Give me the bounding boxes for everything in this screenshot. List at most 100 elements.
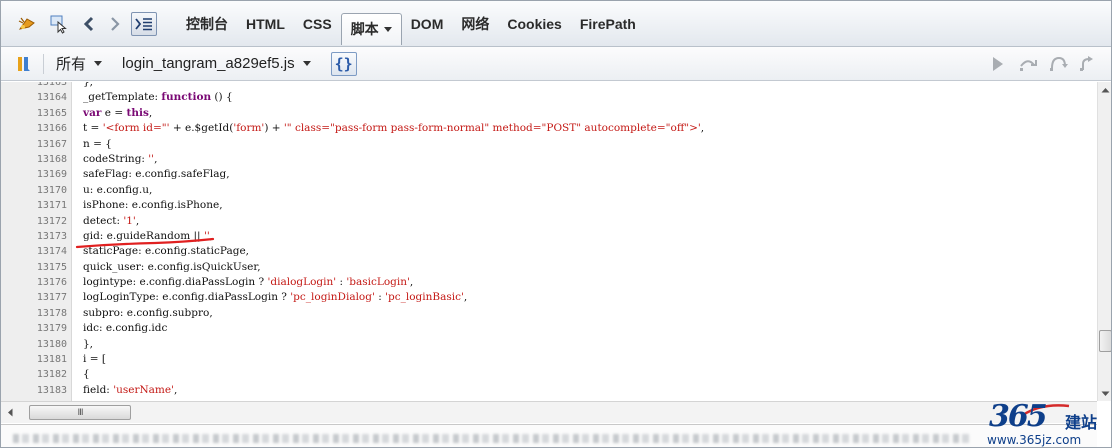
code-line[interactable]: 13168 codeString: '', (1, 152, 1097, 167)
code-lines: 13163}, 13164 _getTemplate: function () {1… (1, 82, 1097, 398)
code-text: u: e.config.u, (83, 183, 153, 196)
tab-firepath[interactable]: FirePath (571, 9, 645, 39)
line-number[interactable]: 13170 (1, 183, 67, 198)
script-filter-select[interactable]: 所有 (56, 53, 86, 74)
code-text: codeString: '', (83, 152, 158, 165)
forward-arrow-icon[interactable] (105, 12, 125, 36)
step-into-icon[interactable] (1047, 53, 1069, 75)
code-line[interactable]: 13166 t = '<form id="' + e.$getId('form')… (1, 121, 1097, 136)
tab-script[interactable]: 脚本 (340, 12, 402, 45)
scroll-left-icon[interactable] (3, 405, 17, 419)
debug-controls (987, 53, 1099, 75)
code-line[interactable]: 13170 u: e.config.u, (1, 183, 1097, 198)
pretty-print-button[interactable]: {} (330, 51, 357, 76)
line-number[interactable]: 13177 (1, 290, 67, 305)
tab-console[interactable]: 控制台 (177, 9, 237, 39)
line-number[interactable]: 13178 (1, 306, 67, 321)
blurred-status-text (13, 434, 973, 443)
code-line[interactable]: 13181 i = [ (1, 352, 1097, 367)
line-number[interactable]: 13167 (1, 137, 67, 152)
code-line[interactable]: 13169 safeFlag: e.config.safeFlag, (1, 167, 1097, 182)
filter-dropdown-icon[interactable] (94, 61, 103, 66)
line-number[interactable]: 13181 (1, 352, 67, 367)
code-text: field: 'userName', (83, 383, 178, 396)
code-text: quick_user: e.config.isQuickUser, (83, 260, 261, 273)
code-line[interactable]: 13179 idc: e.config.idc (1, 321, 1097, 336)
code-text: isPhone: e.config.isPhone, (83, 199, 223, 212)
code-line[interactable]: 13164 _getTemplate: function () { (1, 90, 1097, 105)
script-toolbar: 所有 login_tangram_a829ef5.js {} (1, 47, 1111, 81)
horizontal-scrollbar[interactable]: III (1, 401, 1097, 423)
status-strip (1, 424, 1097, 447)
code-text: staticPage: e.config.staticPage, (83, 245, 250, 258)
code-text: t = '<form id="' + e.$getId('form') + '"… (83, 122, 705, 135)
code-line[interactable]: 13177 logLoginType: e.config.diaPassLogin… (1, 290, 1097, 305)
step-over-icon[interactable] (1017, 53, 1039, 75)
firebug-icon[interactable] (15, 12, 39, 36)
line-number[interactable]: 13165 (1, 106, 67, 121)
line-number[interactable]: 13166 (1, 121, 67, 136)
code-text: subpro: e.config.subpro, (83, 306, 213, 319)
chevron-down-icon (383, 27, 392, 33)
code-text: gid: e.guideRandom || '', (83, 229, 214, 242)
line-number[interactable]: 13163 (1, 82, 67, 90)
line-number[interactable]: 13174 (1, 244, 67, 259)
line-number[interactable]: 13176 (1, 275, 67, 290)
line-number[interactable]: 13183 (1, 383, 67, 398)
line-number[interactable]: 13179 (1, 321, 67, 336)
scroll-grip: III (77, 407, 84, 418)
code-line[interactable]: 13174 staticPage: e.config.staticPage, (1, 244, 1097, 259)
tab-cookies[interactable]: Cookies (498, 9, 570, 39)
line-number[interactable]: 13169 (1, 167, 67, 182)
code-line[interactable]: 13182 { (1, 367, 1097, 382)
line-number[interactable]: 13182 (1, 367, 67, 382)
tab-html[interactable]: HTML (237, 9, 294, 39)
horizontal-scroll-thumb[interactable]: III (29, 405, 131, 420)
line-number[interactable]: 13171 (1, 198, 67, 213)
code-line[interactable]: 13176 logintype: e.config.diaPassLogin ? … (1, 275, 1097, 290)
code-text: logintype: e.config.diaPassLogin ? 'dial… (83, 276, 414, 289)
code-line[interactable]: 13178 subpro: e.config.subpro, (1, 306, 1097, 321)
code-line[interactable]: 13171 isPhone: e.config.isPhone, (1, 198, 1097, 213)
code-text: detect: '1', (83, 214, 140, 227)
vertical-scrollbar[interactable] (1097, 82, 1111, 401)
line-number[interactable]: 13164 (1, 90, 67, 105)
code-line[interactable]: 13173 gid: e.guideRandom || '', (1, 229, 1097, 244)
script-file-select[interactable]: login_tangram_a829ef5.js (122, 55, 295, 72)
code-text: }, (83, 337, 94, 350)
file-dropdown-icon[interactable] (302, 61, 311, 66)
vertical-scroll-thumb[interactable] (1099, 330, 1111, 352)
code-line[interactable]: 13183 field: 'userName', (1, 383, 1097, 398)
line-number[interactable]: 13180 (1, 337, 67, 352)
command-editor-icon (135, 17, 152, 30)
code-line[interactable]: 13172 detect: '1', (1, 214, 1097, 229)
code-text: i = [ (83, 353, 106, 366)
tab-dom[interactable]: DOM (402, 9, 453, 39)
code-line[interactable]: 13163}, (1, 82, 1097, 90)
inspect-element-icon[interactable] (47, 12, 71, 36)
code-line[interactable]: 13165 var e = this, (1, 106, 1097, 121)
code-text: }, (83, 82, 94, 88)
code-line[interactable]: 13180}, (1, 337, 1097, 352)
toolbar-separator (43, 53, 44, 74)
scroll-down-icon[interactable] (1098, 386, 1111, 401)
step-out-icon[interactable] (1077, 53, 1099, 75)
line-number[interactable]: 13172 (1, 214, 67, 229)
command-editor-button[interactable] (131, 11, 157, 36)
code-text: { (83, 368, 90, 381)
line-number[interactable]: 13175 (1, 260, 67, 275)
tab-script-label: 脚本 (350, 20, 379, 37)
scroll-up-icon[interactable] (1098, 82, 1111, 97)
code-text: safeFlag: e.config.safeFlag, (83, 168, 230, 181)
continue-icon[interactable] (987, 53, 1009, 75)
code-line[interactable]: 13167 n = { (1, 137, 1097, 152)
back-arrow-icon[interactable] (79, 12, 99, 36)
tab-network[interactable]: 网络 (452, 9, 498, 39)
line-number[interactable]: 13173 (1, 229, 67, 244)
code-line[interactable]: 13175 quick_user: e.config.isQuickUser, (1, 260, 1097, 275)
script-source-view[interactable]: 13163}, 13164 _getTemplate: function () {1… (1, 82, 1097, 401)
pause-icon[interactable] (15, 55, 33, 73)
line-number[interactable]: 13168 (1, 152, 67, 167)
code-text: _getTemplate: function () { (83, 91, 233, 104)
tab-css[interactable]: CSS (294, 9, 341, 39)
